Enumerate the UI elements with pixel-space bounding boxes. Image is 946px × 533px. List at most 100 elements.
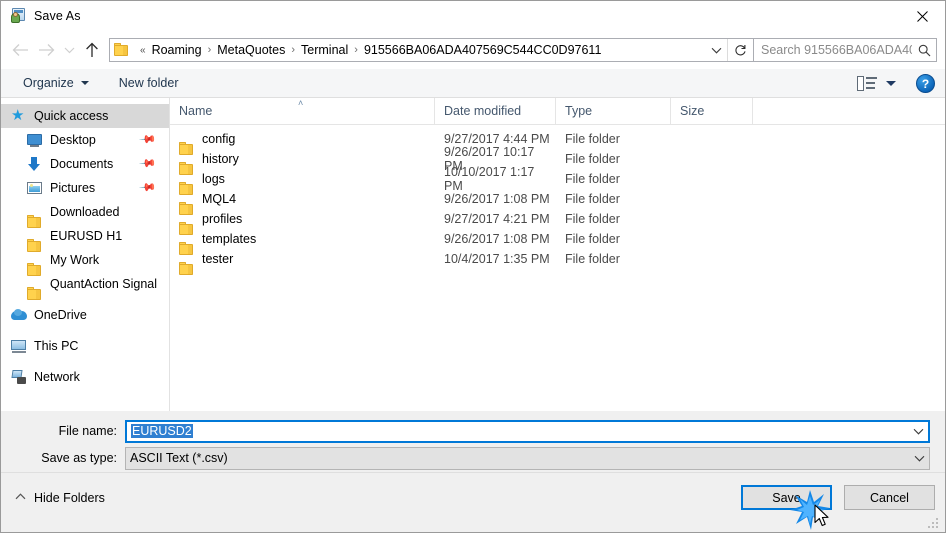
sidebar-item-pictures[interactable]: Pictures 📌: [1, 176, 169, 200]
table-row[interactable]: profiles 9/27/2017 4:21 PM File folder: [170, 209, 945, 235]
file-name-label: history: [202, 152, 239, 166]
column-header-label: Type: [565, 104, 593, 118]
breadcrumb-item-0[interactable]: Roaming: [151, 43, 203, 57]
chevron-down-icon: [80, 81, 89, 85]
sidebar-item-this-pc[interactable]: This PC: [1, 334, 169, 358]
breadcrumb-item-3[interactable]: 915566BA06ADA407569C544CC0D97611: [363, 43, 602, 57]
folder-icon: [179, 151, 195, 175]
folder-icon: [179, 251, 195, 275]
sidebar-item-label: My Work: [50, 253, 100, 267]
chevron-up-icon: [15, 493, 26, 503]
folder-icon: [114, 43, 130, 57]
search-input[interactable]: Search 915566BA06ADA40756...: [754, 38, 937, 62]
sidebar-item-label: EURUSD H1: [50, 229, 123, 243]
cell-type: File folder: [565, 252, 620, 266]
window-title: Save As: [34, 9, 81, 23]
cell-name: logs: [170, 171, 435, 195]
monitor-icon: [27, 132, 43, 148]
chevron-down-icon[interactable]: [908, 428, 928, 435]
table-row[interactable]: logs 10/10/2017 1:17 PM File folder: [170, 165, 945, 195]
sidebar-item-eurusd-h1[interactable]: EURUSD H1: [1, 224, 169, 252]
table-row[interactable]: history 9/26/2017 10:17 PM File folder: [170, 145, 945, 175]
command-toolbar: Organize New folder ?: [1, 69, 945, 98]
cell-name: history: [170, 151, 435, 175]
recent-locations-chevron-icon[interactable]: [59, 37, 79, 63]
sidebar-item-label: QuantAction Signal: [50, 277, 158, 291]
column-header-row: Name ˄ Date modified Type Size: [170, 97, 945, 125]
view-layout-icon[interactable]: [857, 75, 877, 92]
folder-icon: [179, 171, 195, 195]
sidebar-item-downloaded[interactable]: Downloaded: [1, 200, 169, 228]
sidebar-item-label: Documents: [50, 157, 114, 171]
column-header-label: Date modified: [444, 104, 522, 118]
new-folder-button[interactable]: New folder: [113, 72, 185, 95]
table-row[interactable]: tester 10/4/2017 1:35 PM File folder: [170, 249, 945, 275]
download-arrow-icon: [27, 156, 43, 172]
navigation-bar: « Roaming › MetaQuotes › Terminal › 9155…: [1, 31, 945, 69]
save-as-type-label: Save as type:: [41, 451, 117, 465]
chevron-down-icon[interactable]: [909, 455, 929, 462]
cancel-button[interactable]: Cancel: [844, 485, 935, 510]
sidebar-item-documents[interactable]: Documents 📌: [1, 152, 169, 176]
breadcrumb-item-1[interactable]: MetaQuotes: [216, 43, 286, 57]
up-arrow-icon[interactable]: [79, 37, 105, 63]
breadcrumb-overflow[interactable]: «: [135, 45, 151, 56]
sidebar-item-onedrive[interactable]: OneDrive: [1, 303, 169, 327]
sidebar-item-quantaction-signal[interactable]: QuantAction Signal: [1, 272, 169, 300]
table-row[interactable]: templates 9/26/2017 1:08 PM File folder: [170, 229, 945, 255]
column-header-blank: [753, 98, 945, 125]
save-as-type-select[interactable]: ASCII Text (*.csv): [125, 446, 930, 470]
column-header-name[interactable]: Name ˄: [170, 97, 435, 125]
help-icon[interactable]: ?: [916, 74, 935, 93]
file-name-label: logs: [202, 172, 225, 186]
column-header-size[interactable]: Size: [671, 97, 753, 125]
pin-icon: 📌: [138, 130, 157, 149]
refresh-icon[interactable]: [727, 39, 753, 61]
cell-date-modified: 9/27/2017 4:21 PM: [444, 212, 550, 226]
file-name-value: EURUSD2: [131, 424, 193, 438]
search-icon: [912, 44, 936, 57]
sort-ascending-icon: ˄: [298, 97, 304, 108]
table-row[interactable]: config 9/27/2017 4:44 PM File folder: [170, 129, 945, 155]
hide-folders-button[interactable]: Hide Folders: [15, 491, 105, 505]
cell-date-modified: 10/4/2017 1:35 PM: [444, 252, 550, 266]
column-header-date-modified[interactable]: Date modified: [435, 97, 556, 125]
breadcrumb: « Roaming › MetaQuotes › Terminal › 9155…: [135, 43, 705, 57]
hide-folders-label: Hide Folders: [34, 491, 105, 505]
file-name-label: tester: [202, 252, 234, 266]
sidebar-item-label: Downloaded: [50, 205, 120, 219]
forward-arrow-icon[interactable]: [33, 37, 59, 63]
column-header-type[interactable]: Type: [556, 97, 671, 125]
view-chevron-down-icon[interactable]: [886, 81, 896, 86]
file-list: Name ˄ Date modified Type Size config 9/…: [170, 97, 945, 411]
sidebar-item-label: Pictures: [50, 181, 96, 195]
dialog-footer: Hide Folders Save Cancel: [1, 472, 945, 532]
sidebar-item-label: This PC: [34, 339, 79, 353]
cell-type: File folder: [565, 212, 620, 226]
file-name-input[interactable]: EURUSD2: [125, 419, 930, 443]
help-label: ?: [921, 76, 930, 91]
file-name-label: MQL4: [202, 192, 237, 206]
save-as-type-value: ASCII Text (*.csv): [130, 451, 228, 465]
organize-button[interactable]: Organize: [17, 72, 95, 95]
back-arrow-icon[interactable]: [7, 37, 33, 63]
cell-name: tester: [170, 251, 435, 275]
sidebar-item-desktop[interactable]: Desktop 📌: [1, 128, 169, 152]
file-name-label: profiles: [202, 212, 243, 226]
pin-icon: 📌: [138, 154, 157, 173]
table-row[interactable]: MQL4 9/26/2017 1:08 PM File folder: [170, 189, 945, 215]
sidebar-item-my-work[interactable]: My Work: [1, 248, 169, 276]
save-form: File name: EURUSD2 Save as type: ASCII T…: [1, 411, 945, 473]
close-icon[interactable]: [899, 1, 945, 31]
sidebar-item-label: Quick access: [34, 109, 109, 123]
breadcrumb-item-2[interactable]: Terminal: [300, 43, 349, 57]
save-button[interactable]: Save: [741, 485, 832, 510]
sidebar-item-quick-access[interactable]: ★ Quick access: [1, 104, 169, 128]
cell-type: File folder: [565, 192, 620, 206]
address-bar[interactable]: « Roaming › MetaQuotes › Terminal › 9155…: [109, 38, 754, 62]
sidebar-item-network[interactable]: Network: [1, 365, 169, 389]
navigation-pane: ★ Quick access Desktop 📌 Documents 📌 Pic…: [1, 98, 169, 411]
toolbar-right-group: ?: [857, 69, 935, 98]
resize-grip-icon[interactable]: [928, 516, 941, 529]
address-dropdown-icon[interactable]: [705, 39, 727, 61]
